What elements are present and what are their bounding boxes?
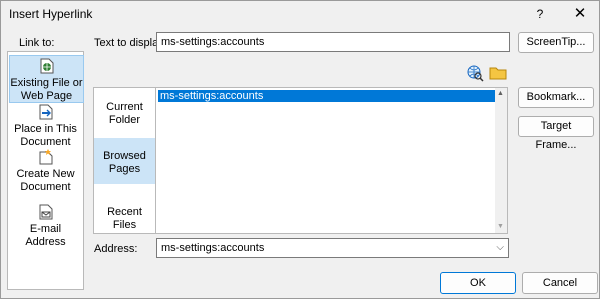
link-to-item-label: Create New <box>16 168 75 180</box>
link-to-item-label: Web Page <box>20 90 73 102</box>
close-button[interactable]: ✕ <box>570 4 590 24</box>
look-in-browsed-pages[interactable]: Browsed Pages <box>94 138 155 184</box>
list-item[interactable]: ms-settings:accounts <box>158 90 495 102</box>
link-to-existing-file[interactable]: Existing File or Web Page <box>9 55 84 103</box>
link-to-panel: Existing File or Web Page Place in This … <box>7 51 84 290</box>
look-in-panel: Current Folder Browsed Pages Recent File… <box>93 87 156 234</box>
target-frame-button[interactable]: Target Frame... <box>518 116 594 151</box>
look-in-item-label: Current <box>106 101 143 113</box>
link-to-label: Link to: <box>19 37 55 49</box>
look-in-current-folder[interactable]: Current Folder <box>94 101 155 131</box>
screentip-button[interactable]: ScreenTip... <box>518 32 594 53</box>
help-button[interactable]: ? <box>530 4 550 24</box>
look-in-item-label: Folder <box>108 114 141 126</box>
link-to-item-label: Document <box>20 181 71 193</box>
link-to-item-label: E-mail Address <box>25 223 66 248</box>
text-to-display-input[interactable]: ms-settings:accounts <box>156 32 510 52</box>
email-icon <box>39 204 52 220</box>
web-page-icon <box>40 58 53 74</box>
bookmark-button[interactable]: Bookmark... <box>518 87 594 108</box>
look-in-item-label: Recent Files <box>107 206 142 231</box>
scroll-down-icon[interactable]: ▼ <box>497 223 504 230</box>
vertical-scrollbar[interactable]: ▲ ▼ <box>495 88 507 233</box>
link-to-item-label: Document <box>20 136 71 148</box>
link-to-create-new-document[interactable]: Create New Document <box>9 149 82 193</box>
chevron-down-icon[interactable]: ⌵ <box>496 241 504 255</box>
place-in-document-icon <box>39 104 52 120</box>
look-in-item-label: Browsed <box>103 150 146 162</box>
address-input[interactable]: ms-settings:accounts ⌵ <box>156 238 509 258</box>
link-to-item-label: Place in This <box>14 123 77 135</box>
dialog-title: Insert Hyperlink <box>9 7 93 21</box>
browse-web-icon[interactable] <box>466 64 484 82</box>
look-in-recent-files[interactable]: Recent Files <box>94 206 155 231</box>
link-to-place-in-document[interactable]: Place in This Document <box>9 104 82 148</box>
link-to-item-label: Existing File or <box>10 77 83 89</box>
scroll-up-icon[interactable]: ▲ <box>497 90 504 97</box>
file-list[interactable]: ms-settings:accounts ▲ ▼ <box>155 87 508 234</box>
look-in-item-label: Pages <box>108 163 141 175</box>
ok-button[interactable]: OK <box>440 272 516 294</box>
new-document-icon <box>39 149 52 165</box>
address-label: Address: <box>94 243 138 255</box>
address-value: ms-settings:accounts <box>161 242 265 254</box>
link-to-email-address[interactable]: E-mail Address <box>9 204 82 248</box>
cancel-button[interactable]: Cancel <box>522 272 598 294</box>
browse-folder-icon[interactable] <box>489 64 507 82</box>
